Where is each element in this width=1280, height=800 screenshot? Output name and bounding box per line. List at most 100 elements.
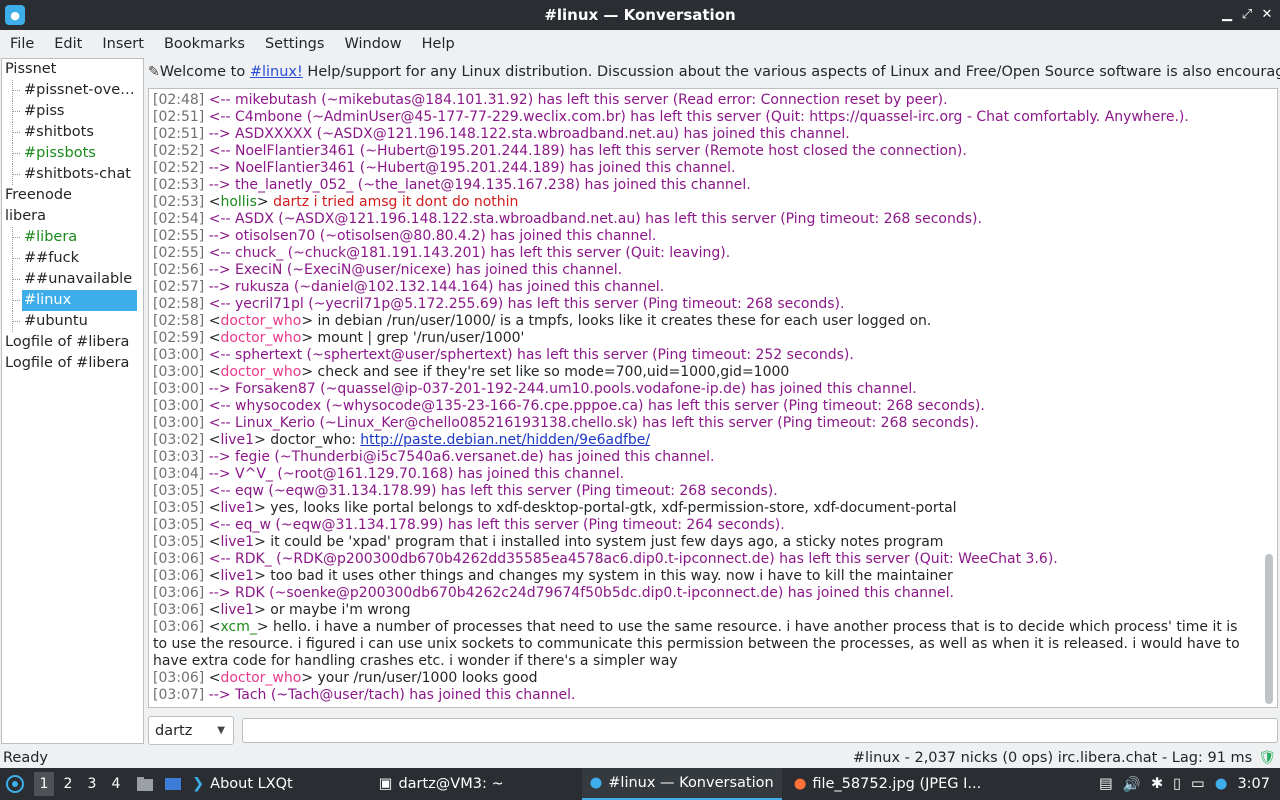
message-text: or maybe i'm wrong — [270, 602, 411, 618]
menu-help[interactable]: Help — [412, 36, 465, 52]
server-item[interactable]: Freenode — [2, 185, 143, 206]
chat-line: [03:04] --> V^V_ (~root@161.129.70.168) … — [153, 466, 1253, 483]
chat-line: [03:06] <xcm_> hello. i have a number of… — [153, 619, 1245, 669]
timestamp: [02:59] — [153, 330, 205, 346]
timestamp: [03:00] — [153, 398, 205, 414]
konversation-tray-icon[interactable]: ● — [1215, 776, 1228, 792]
menu-edit[interactable]: Edit — [44, 36, 92, 52]
timestamp: [03:00] — [153, 364, 205, 380]
task-about-lxqt[interactable]: ❯ About LXQt — [184, 768, 301, 800]
nickname-select[interactable]: dartz ▼ — [148, 716, 234, 745]
timestamp: [02:55] — [153, 228, 205, 244]
join-notice: --> V^V_ (~root@161.129.70.168) has join… — [208, 466, 625, 482]
clipboard-icon[interactable]: ▤ — [1099, 776, 1113, 792]
timestamp: [03:05] — [153, 500, 205, 516]
network-icon[interactable]: ▭ — [1191, 776, 1205, 792]
timestamp: [02:53] — [153, 194, 205, 210]
join-notice: --> RDK (~soenke@p200300db670b4262c24d79… — [208, 585, 954, 601]
nick[interactable]: live1 — [220, 500, 254, 516]
chat-line: [03:02] <live1> doctor_who: http://paste… — [153, 432, 651, 448]
nick[interactable]: live1 — [220, 534, 254, 550]
edit-topic-icon[interactable]: ✎ — [148, 64, 160, 80]
desktop-3[interactable]: 3 — [82, 772, 102, 796]
nick[interactable]: doctor_who — [220, 364, 301, 380]
server-item[interactable]: libera — [2, 206, 143, 227]
timestamp: [02:52] — [153, 143, 205, 159]
message-text: in debian /run/user/1000/ is a tmpfs, lo… — [317, 313, 932, 329]
channel-item[interactable]: #piss — [2, 101, 143, 122]
maximize-icon[interactable]: ⤢ — [1238, 6, 1256, 24]
channel-item[interactable]: #pissbots — [2, 143, 143, 164]
chat-line: [03:00] <-- whysocodex (~whysocode@135-2… — [153, 398, 1253, 415]
channel-topic: ✎ Welcome to #linux! Help/support for an… — [148, 58, 1280, 86]
desktop-2[interactable]: 2 — [58, 772, 78, 796]
channel-item[interactable]: ##fuck — [2, 248, 143, 269]
task-terminal[interactable]: ▣ dartz@VM3: ~ — [371, 768, 512, 800]
message-link[interactable]: http://paste.debian.net/hidden/9e6adfbe/ — [360, 432, 650, 448]
tree-item-label: libera — [5, 208, 47, 224]
chat-view[interactable]: [02:48] <-- mikebutash (~mikebutas@184.1… — [148, 88, 1278, 708]
timestamp: [03:04] — [153, 466, 205, 482]
channel-item[interactable]: ##unavailable — [2, 269, 143, 290]
clock[interactable]: 3:07 — [1237, 776, 1270, 792]
nick[interactable]: live1 — [220, 602, 254, 618]
chat-scrollbar[interactable] — [1265, 92, 1273, 704]
menu-bookmarks[interactable]: Bookmarks — [154, 36, 255, 52]
channel-item[interactable]: #pissnet-over… — [2, 80, 143, 101]
nick[interactable]: hollis — [220, 194, 256, 210]
chat-line: [02:57] --> rukusza (~daniel@102.132.144… — [153, 279, 1253, 296]
scrollbar-thumb[interactable] — [1265, 554, 1273, 704]
nick[interactable]: doctor_who — [220, 330, 301, 346]
channel-item[interactable]: #shitbots — [2, 122, 143, 143]
chat-line: [02:48] <-- mikebutash (~mikebutas@184.1… — [153, 92, 1253, 109]
topic-channel-link[interactable]: #linux! — [250, 64, 303, 80]
tree-item-label: Pissnet — [5, 61, 57, 77]
nick[interactable]: doctor_who — [220, 670, 301, 686]
konversation-app-icon[interactable]: ● — [5, 5, 25, 25]
bluetooth-icon[interactable]: ✱ — [1151, 776, 1163, 792]
ssl-lock-icon[interactable]: 🛡 — [1258, 750, 1276, 766]
konversation-icon: ● — [589, 775, 603, 791]
part-notice: <-- Linux_Kerio (~Linux_Ker@chello085216… — [208, 415, 979, 431]
task-konversation[interactable]: ● #linux — Konversation — [581, 768, 782, 800]
minimize-icon[interactable]: ▁ — [1218, 6, 1236, 24]
desktop-4[interactable]: 4 — [106, 772, 126, 796]
menu-insert[interactable]: Insert — [92, 36, 154, 52]
timestamp: [03:05] — [153, 517, 205, 533]
volume-icon[interactable]: 🔊 — [1123, 776, 1141, 793]
timestamp: [03:00] — [153, 347, 205, 363]
nick[interactable]: live1 — [220, 432, 254, 448]
channel-item[interactable]: #shitbots-chat — [2, 164, 143, 185]
file-manager-icon[interactable] — [134, 773, 156, 795]
part-notice: <-- sphertext (~sphertext@user/sphertext… — [208, 347, 854, 363]
nick[interactable]: live1 — [220, 568, 254, 584]
channel-item[interactable]: #linux — [2, 290, 143, 311]
notes-icon[interactable]: ▯ — [1173, 776, 1181, 792]
server-item[interactable]: Logfile of #libera — [2, 332, 143, 353]
nick[interactable]: doctor_who — [220, 313, 301, 329]
timestamp: [02:58] — [153, 313, 205, 329]
chat-lines: [02:48] <-- mikebutash (~mikebutas@184.1… — [153, 92, 1253, 704]
start-menu-icon[interactable] — [4, 773, 26, 795]
desktop-1[interactable]: 1 — [34, 772, 54, 796]
channel-item[interactable]: #ubuntu — [2, 311, 143, 332]
server-item[interactable]: Pissnet — [2, 59, 143, 80]
chat-line: [02:56] --> ExeciN (~ExeciN@user/nicexe)… — [153, 262, 1253, 279]
task-image-viewer[interactable]: ● file_58752.jpg (JPEG I... — [786, 768, 990, 800]
join-notice: --> rukusza (~daniel@102.132.144.164) ha… — [208, 279, 665, 295]
menu-file[interactable]: File — [0, 36, 44, 52]
show-desktop-icon[interactable] — [162, 773, 184, 795]
timestamp: [02:51] — [153, 109, 205, 125]
server-item[interactable]: Logfile of #libera — [2, 353, 143, 374]
chat-line: [02:54] <-- ASDX (~ASDX@121.196.148.122.… — [153, 211, 1253, 228]
message-input[interactable] — [242, 718, 1278, 743]
nick[interactable]: xcm_ — [220, 619, 256, 635]
channel-item[interactable]: #libera — [2, 227, 143, 248]
title-bar: ● #linux — Konversation ▁ ⤢ ✕ — [0, 0, 1280, 30]
message-text: dartz i tried amsg it dont do nothin — [273, 194, 519, 210]
menu-window[interactable]: Window — [334, 36, 411, 52]
menu-settings[interactable]: Settings — [255, 36, 334, 52]
part-notice: <-- NoelFlantier3461 (~Hubert@195.201.24… — [208, 143, 967, 159]
close-icon[interactable]: ✕ — [1258, 6, 1276, 24]
menu-bar: File Edit Insert Bookmarks Settings Wind… — [0, 30, 1280, 57]
